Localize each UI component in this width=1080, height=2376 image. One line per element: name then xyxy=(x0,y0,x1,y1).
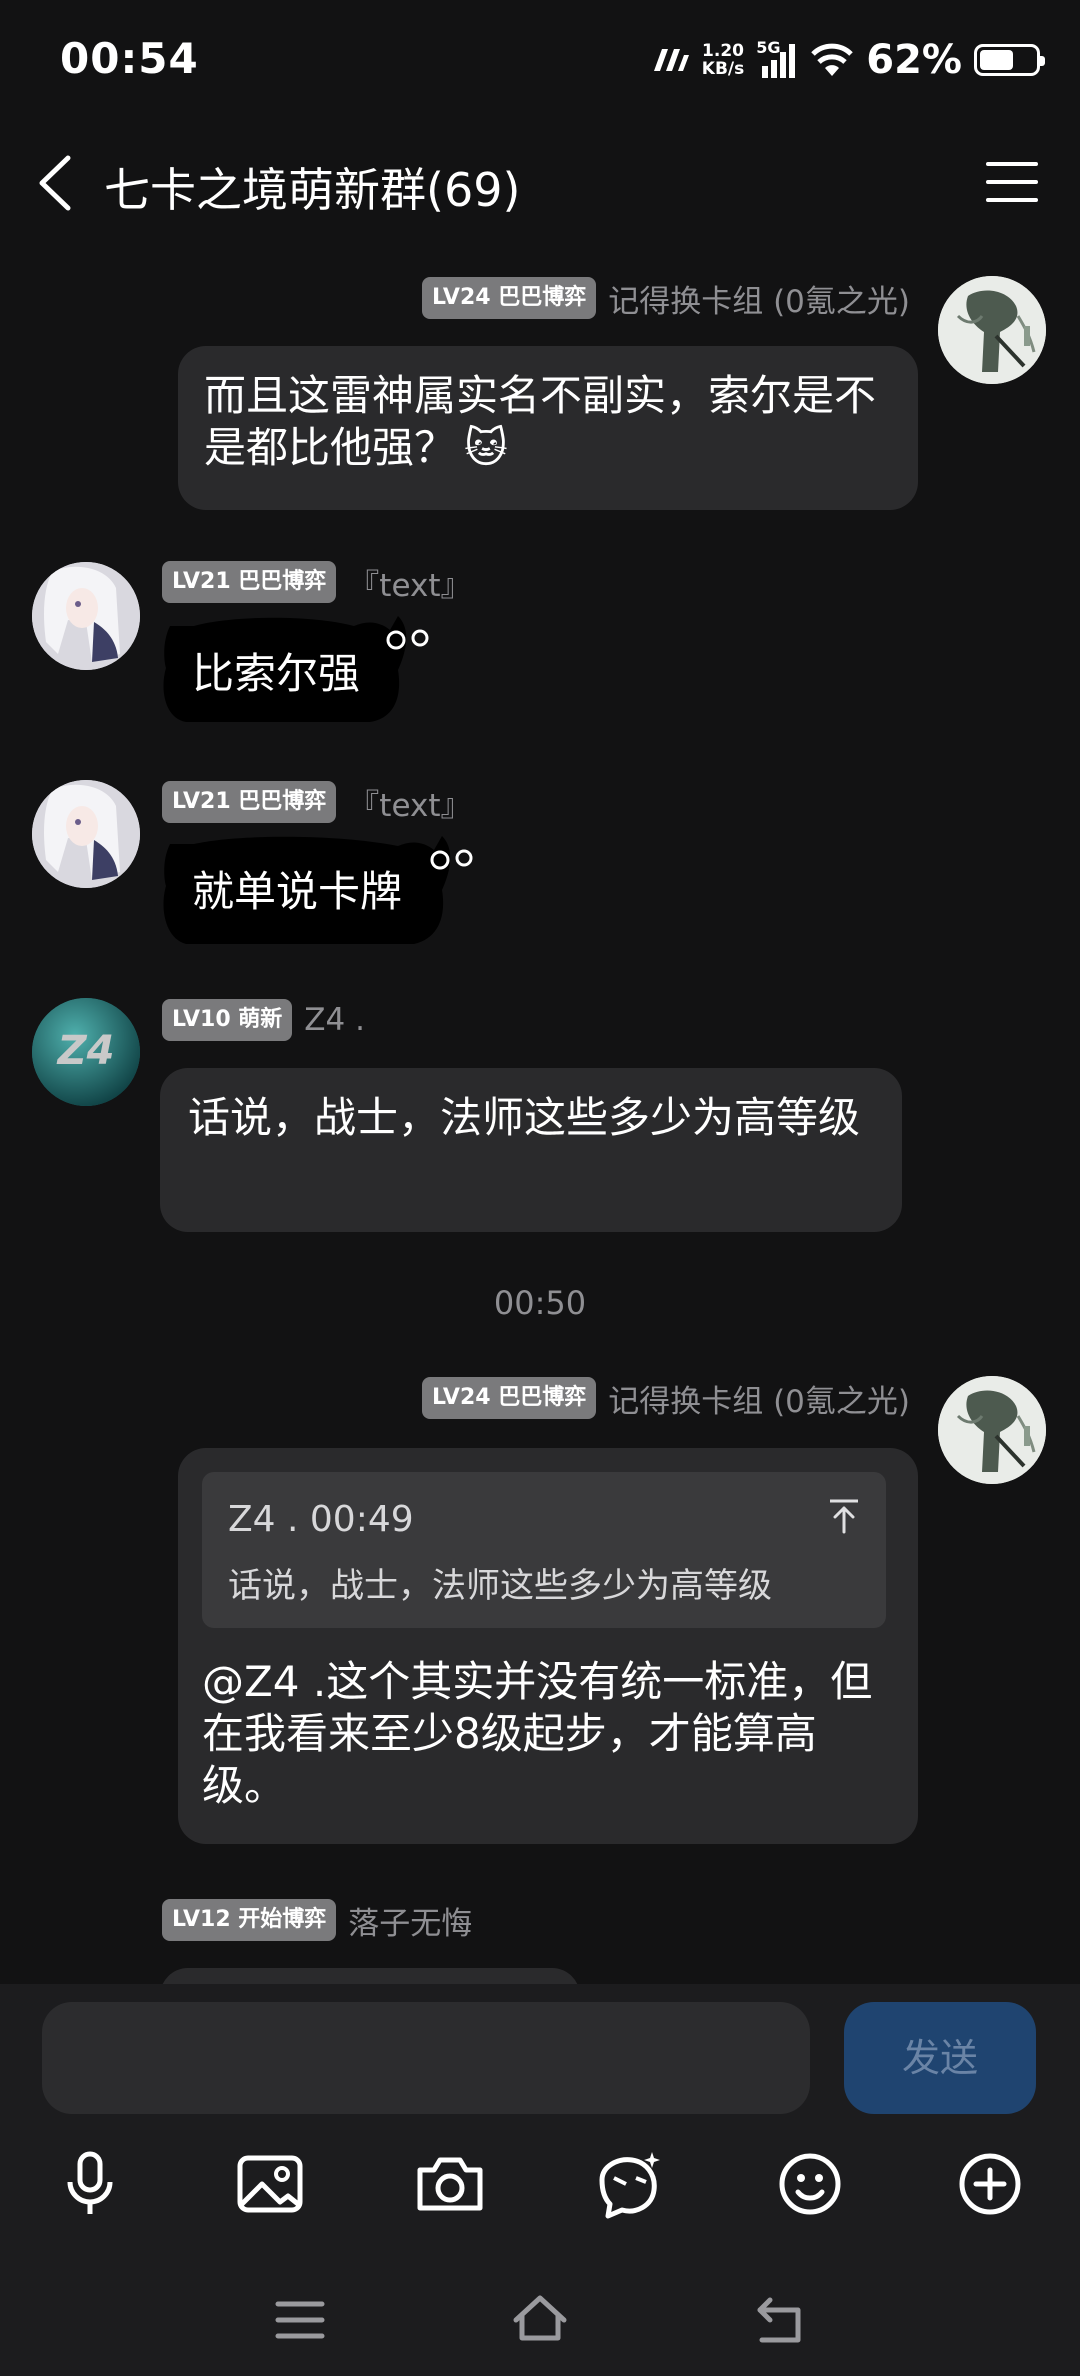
avatar[interactable]: Z4 xyxy=(32,998,140,1106)
status-bar: 00:54 1.20 KB/s 5G 62% xyxy=(0,0,1080,120)
speed-value: 1.20 xyxy=(702,41,744,61)
chat-screen: 00:54 1.20 KB/s 5G 62% 七卡之境萌新群(69) LV24 … xyxy=(0,0,1080,2376)
camera-icon[interactable] xyxy=(410,2144,490,2224)
menu-icon[interactable] xyxy=(984,158,1040,206)
quote-header: Z4 . 00:49 xyxy=(228,1499,414,1540)
black-cat-bubble[interactable]: 就单说卡牌 xyxy=(158,826,488,950)
anime-avatar-image xyxy=(32,780,140,888)
send-button[interactable]: 发送 xyxy=(844,2002,1036,2114)
microphone-icon[interactable] xyxy=(50,2144,130,2224)
message-bubble[interactable]: 话说，战士，法师这些多少为高等级 xyxy=(160,1068,902,1232)
network-speed: 1.20 KB/s xyxy=(702,42,744,78)
quote-text: 话说，战士，法师这些多少为高等级 xyxy=(228,1566,772,1606)
sender-name[interactable]: 记得换卡组 (0氪之光) xyxy=(608,276,910,321)
level-badge: LV24 巴巴博弈 xyxy=(421,1377,597,1419)
quoted-message[interactable]: Z4 . 00:49 话说，战士，法师这些多少为高等级 xyxy=(202,1472,886,1628)
sender-name[interactable]: 『text』 xyxy=(348,780,471,825)
signal-bars-icon xyxy=(762,44,796,78)
message-meta: LV24 巴巴博弈 记得换卡组 (0氪之光) xyxy=(421,276,910,321)
anime-avatar-image xyxy=(32,562,140,670)
level-badge: LV10 萌新 xyxy=(162,999,293,1041)
sketch-avatar-image xyxy=(938,276,1046,384)
battery-fill xyxy=(980,50,1014,70)
avatar[interactable] xyxy=(938,1376,1046,1484)
sender-name[interactable]: Z4 . xyxy=(304,1002,365,1038)
message-meta: LV10 萌新 Z4 . xyxy=(162,998,365,1042)
back-arrow-icon[interactable] xyxy=(30,150,90,216)
message-bubble[interactable] xyxy=(160,1968,580,1984)
message-text: 话说，战士，法师这些多少为高等级 xyxy=(188,1093,861,1142)
recent-apps-icon[interactable] xyxy=(270,2290,330,2350)
sender-name[interactable]: 记得换卡组 (0氪之光) xyxy=(608,1376,910,1421)
emoji-icon[interactable] xyxy=(770,2144,850,2224)
message-text: 而且这雷神属实名不副实，索尔是不是都比他强？ xyxy=(204,371,877,472)
home-icon[interactable] xyxy=(510,2290,570,2350)
message-meta: LV21 巴巴博弈 『text』 xyxy=(162,560,471,604)
level-badge: LV24 巴巴博弈 xyxy=(421,277,597,319)
message-text: 就单说卡牌 xyxy=(192,867,403,916)
avatar[interactable] xyxy=(32,780,140,888)
speed-unit: KB/s xyxy=(701,59,745,79)
message-text: 比索尔强 xyxy=(192,649,361,698)
carrier-logo-icon xyxy=(653,49,689,71)
image-icon[interactable] xyxy=(230,2144,310,2224)
message-meta: LV21 巴巴博弈 『text』 xyxy=(162,780,471,824)
status-icons: 1.20 KB/s 5G 62% xyxy=(650,36,1045,84)
level-badge: LV21 巴巴博弈 xyxy=(162,781,337,823)
z4-avatar-text: Z4 xyxy=(56,1028,115,1074)
message-list[interactable]: LV24 巴巴博弈 记得换卡组 (0氪之光) 而且这雷神属实名不副实，索尔是不是… xyxy=(0,244,1080,1984)
jump-to-quote-icon[interactable] xyxy=(828,1498,860,1534)
level-badge: LV12 开始博弈 xyxy=(162,1899,337,1941)
wifi-icon xyxy=(811,43,854,76)
status-time: 00:54 xyxy=(60,34,199,83)
group-title[interactable]: 七卡之境萌新群(69) xyxy=(104,154,520,220)
plus-icon[interactable] xyxy=(950,2144,1030,2224)
message-meta: LV12 开始博弈 落子无悔 xyxy=(162,1898,472,1942)
battery-percent: 62% xyxy=(866,37,962,83)
sender-name[interactable]: 『text』 xyxy=(348,560,471,605)
avatar[interactable] xyxy=(32,562,140,670)
reply-bubble[interactable]: Z4 . 00:49 话说，战士，法师这些多少为高等级 @Z4 .这个其实并没有… xyxy=(178,1448,918,1844)
message-input[interactable] xyxy=(42,2002,810,2114)
back-icon[interactable] xyxy=(750,2290,810,2350)
level-badge: LV21 巴巴博弈 xyxy=(162,561,337,603)
black-cat-bubble[interactable]: 比索尔强 xyxy=(158,608,444,728)
chat-header: 七卡之境萌新群(69) xyxy=(0,120,1080,244)
z4-avatar-image: Z4 xyxy=(32,998,140,1106)
avatar[interactable] xyxy=(938,276,1046,384)
cat-emoji: 🐱 xyxy=(464,423,508,472)
message-bubble[interactable]: 而且这雷神属实名不副实，索尔是不是都比他强？ 🐱 xyxy=(178,346,918,510)
cellular-signal: 5G xyxy=(756,38,798,80)
sketch-avatar-image xyxy=(938,1376,1046,1484)
battery-icon xyxy=(974,44,1045,76)
sticker-icon[interactable] xyxy=(590,2144,670,2224)
sender-name[interactable]: 落子无悔 xyxy=(348,1898,472,1943)
input-bar: 发送 xyxy=(0,1984,1080,2376)
tool-row xyxy=(0,2144,1080,2224)
message-text: @Z4 .这个其实并没有统一标准，但在我看来至少8级起步，才能算高级。 xyxy=(202,1657,873,1810)
system-nav-bar xyxy=(0,2284,1080,2364)
message-meta: LV24 巴巴博弈 记得换卡组 (0氪之光) xyxy=(421,1376,910,1421)
time-separator: 00:50 xyxy=(493,1284,587,1322)
